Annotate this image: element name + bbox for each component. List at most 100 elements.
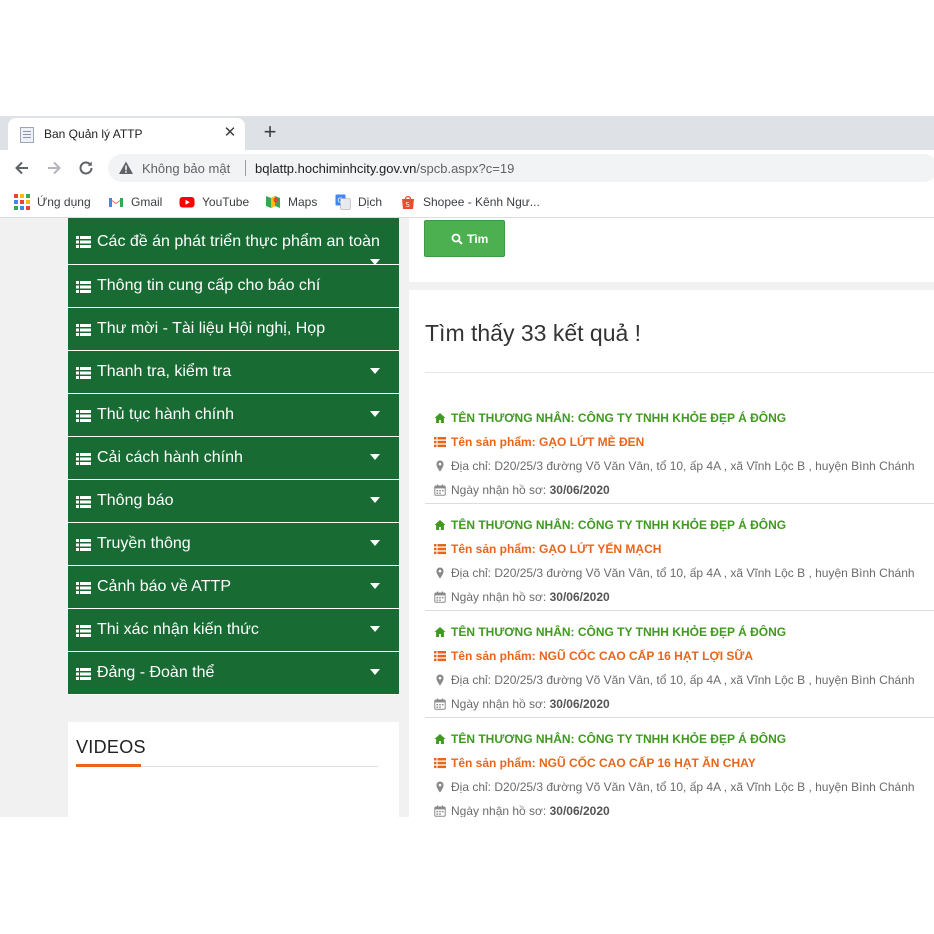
- back-button[interactable]: [12, 158, 32, 178]
- bookmark-label: Gmail: [131, 195, 163, 209]
- list-icon: [434, 650, 446, 661]
- bookmark-youtube[interactable]: YouTube: [179, 193, 249, 211]
- result-date: Ngày nhận hồ sơ: 30/06/2020: [434, 483, 610, 497]
- home-icon: [434, 626, 446, 637]
- close-tab-icon[interactable]: ✕: [221, 124, 239, 142]
- home-icon: [434, 519, 446, 530]
- result-product[interactable]: Tên sản phẩm: NGŨ CỐC CAO CẤP 16 HẠT ĂN …: [434, 756, 756, 770]
- map-marker-icon: [436, 567, 444, 579]
- address-bar[interactable]: Không bảo mật bqlattp.hochiminhcity.gov.…: [108, 154, 934, 182]
- sidebar-menu-item[interactable]: Thủ tục hành chính: [68, 394, 399, 437]
- search-panel: Tìm: [409, 218, 934, 282]
- result-item[interactable]: TÊN THƯƠNG NHÂN: CÔNG TY TNHH KHỎE ĐẸP Á…: [425, 611, 934, 718]
- caret-down-icon[interactable]: [370, 454, 380, 460]
- caret-down-icon[interactable]: [370, 583, 380, 589]
- home-icon: [434, 733, 446, 744]
- list-icon: [76, 668, 91, 680]
- list-icon: [76, 410, 91, 422]
- date-value: 30/06/2020: [549, 697, 610, 711]
- result-merchant[interactable]: TÊN THƯƠNG NHÂN: CÔNG TY TNHH KHỎE ĐẸP Á…: [434, 518, 786, 532]
- caret-down-icon[interactable]: [370, 669, 380, 675]
- shopee-icon: S: [402, 195, 414, 209]
- sidebar-menu-item[interactable]: Thi xác nhận kiến thức: [68, 609, 399, 652]
- bookmark-gmail[interactable]: Gmail: [108, 193, 162, 211]
- result-item[interactable]: TÊN THƯƠNG NHÂN: CÔNG TY TNHH KHỎE ĐẸP Á…: [425, 504, 934, 611]
- arrow-right-icon: [48, 161, 61, 175]
- calendar-icon: [434, 484, 446, 496]
- tab-strip: Ban Quản lý ATTP ✕ +: [0, 116, 934, 150]
- reload-icon: [79, 161, 93, 175]
- warning-triangle-icon[interactable]: [118, 160, 134, 176]
- sidebar-menu-item[interactable]: Cảnh báo về ATTP: [68, 566, 399, 609]
- sidebar-menu-item[interactable]: Thanh tra, kiểm tra: [68, 351, 399, 394]
- bookmark-label: Ứng dụng: [37, 195, 91, 209]
- sidebar-menu-item[interactable]: Thông báo: [68, 480, 399, 523]
- videos-panel: VIDEOS: [68, 722, 399, 817]
- tab-title: Ban Quản lý ATTP: [44, 127, 143, 141]
- search-button[interactable]: Tìm: [424, 220, 505, 257]
- bookmark-translate[interactable]: G Dịch: [335, 193, 382, 211]
- caret-down-icon[interactable]: [370, 497, 380, 503]
- result-merchant[interactable]: TÊN THƯƠNG NHÂN: CÔNG TY TNHH KHỎE ĐẸP Á…: [434, 411, 786, 425]
- browser-tab[interactable]: Ban Quản lý ATTP ✕: [8, 118, 245, 150]
- result-merchant[interactable]: TÊN THƯƠNG NHÂN: CÔNG TY TNHH KHỎE ĐẸP Á…: [434, 625, 786, 639]
- list-icon: [76, 625, 91, 637]
- address-toolbar: Không bảo mật bqlattp.hochiminhcity.gov.…: [0, 150, 934, 186]
- url-text[interactable]: bqlattp.hochiminhcity.gov.vn/spcb.aspx?c…: [255, 161, 514, 176]
- caret-down-icon[interactable]: [370, 626, 380, 632]
- caret-down-icon[interactable]: [370, 368, 380, 374]
- date-label: Ngày nhận hồ sơ:: [451, 590, 547, 604]
- document-favicon-icon: [20, 127, 34, 143]
- sidebar-menu-label: Thanh tra, kiểm tra: [97, 363, 232, 380]
- address-text: Địa chỉ: D20/25/3 đường Võ Văn Vân, tổ 1…: [451, 566, 915, 580]
- bookmark-shopee[interactable]: S Shopee - Kênh Ngư...: [400, 193, 540, 211]
- date-value: 30/06/2020: [549, 483, 610, 497]
- result-item[interactable]: TÊN THƯƠNG NHÂN: CÔNG TY TNHH KHỎE ĐẸP Á…: [425, 397, 934, 504]
- sidebar-menu-label: Thông tin cung cấp cho báo chí: [97, 277, 321, 294]
- gmail-icon: [109, 196, 123, 207]
- bookmark-apps[interactable]: Ứng dụng: [14, 193, 91, 211]
- sidebar-menu-item[interactable]: Các đề án phát triển thực phẩm an toàn: [68, 218, 399, 265]
- bookmark-label: Maps: [288, 195, 318, 209]
- list-icon: [76, 453, 91, 465]
- product-text: Tên sản phẩm: NGŨ CỐC CAO CẤP 16 HẠT LỢI…: [451, 649, 754, 663]
- sidebar-menu-item[interactable]: Thư mời - Tài liệu Hội nghị, Họp: [68, 308, 399, 351]
- sidebar-menu-label: Cảnh báo về ATTP: [97, 578, 231, 595]
- result-item[interactable]: TÊN THƯƠNG NHÂN: CÔNG TY TNHH KHỎE ĐẸP Á…: [425, 718, 934, 817]
- map-marker-icon: [436, 674, 444, 686]
- list-icon: [76, 496, 91, 508]
- product-text: Tên sản phẩm: NGŨ CỐC CAO CẤP 16 HẠT ĂN …: [451, 756, 756, 770]
- sidebar-menu-item[interactable]: Thông tin cung cấp cho báo chí: [68, 265, 399, 308]
- sidebar-menu-label: Các đề án phát triển thực phẩm an toàn: [97, 233, 380, 250]
- sidebar-menu-label: Thi xác nhận kiến thức: [97, 621, 259, 638]
- merchant-text: TÊN THƯƠNG NHÂN: CÔNG TY TNHH KHỎE ĐẸP Á…: [451, 411, 787, 425]
- sidebar-menu-label: Cải cách hành chính: [97, 449, 243, 466]
- sidebar-menu: Các đề án phát triển thực phẩm an toàn Th…: [68, 218, 399, 695]
- list-icon: [76, 582, 91, 594]
- sidebar-menu-item[interactable]: Cải cách hành chính: [68, 437, 399, 480]
- product-text: Tên sản phẩm: GẠO LỨT YẾN MẠCH: [451, 542, 662, 556]
- result-product[interactable]: Tên sản phẩm: GẠO LỨT YẾN MẠCH: [434, 542, 661, 556]
- caret-down-icon[interactable]: [370, 411, 380, 417]
- maps-icon: [266, 195, 280, 208]
- result-product[interactable]: Tên sản phẩm: GẠO LỨT MÈ ĐEN: [434, 435, 644, 449]
- translate-icon: G: [335, 194, 351, 210]
- new-tab-button[interactable]: +: [259, 121, 281, 143]
- arrow-left-icon: [15, 161, 28, 175]
- sidebar-menu-label: Thư mời - Tài liệu Hội nghị, Họp: [97, 320, 326, 337]
- list-icon: [434, 436, 446, 447]
- home-icon: [434, 412, 446, 423]
- reload-button[interactable]: [76, 158, 96, 178]
- result-merchant[interactable]: TÊN THƯƠNG NHÂN: CÔNG TY TNHH KHỎE ĐẸP Á…: [434, 732, 786, 746]
- product-text: Tên sản phẩm: GẠO LỨT MÈ ĐEN: [451, 435, 645, 449]
- search-icon: [451, 233, 463, 245]
- caret-down-icon[interactable]: [370, 540, 380, 546]
- date-value: 30/06/2020: [549, 590, 610, 604]
- result-product[interactable]: Tên sản phẩm: NGŨ CỐC CAO CẤP 16 HẠT LỢI…: [434, 649, 753, 663]
- search-button-label: Tìm: [467, 232, 489, 246]
- bookmark-maps[interactable]: Maps: [265, 193, 317, 211]
- security-status-label[interactable]: Không bảo mật: [142, 161, 230, 176]
- sidebar-menu-item[interactable]: Đảng - Đoàn thể: [68, 652, 399, 695]
- forward-button[interactable]: [44, 158, 64, 178]
- sidebar-menu-item[interactable]: Truyền thông: [68, 523, 399, 566]
